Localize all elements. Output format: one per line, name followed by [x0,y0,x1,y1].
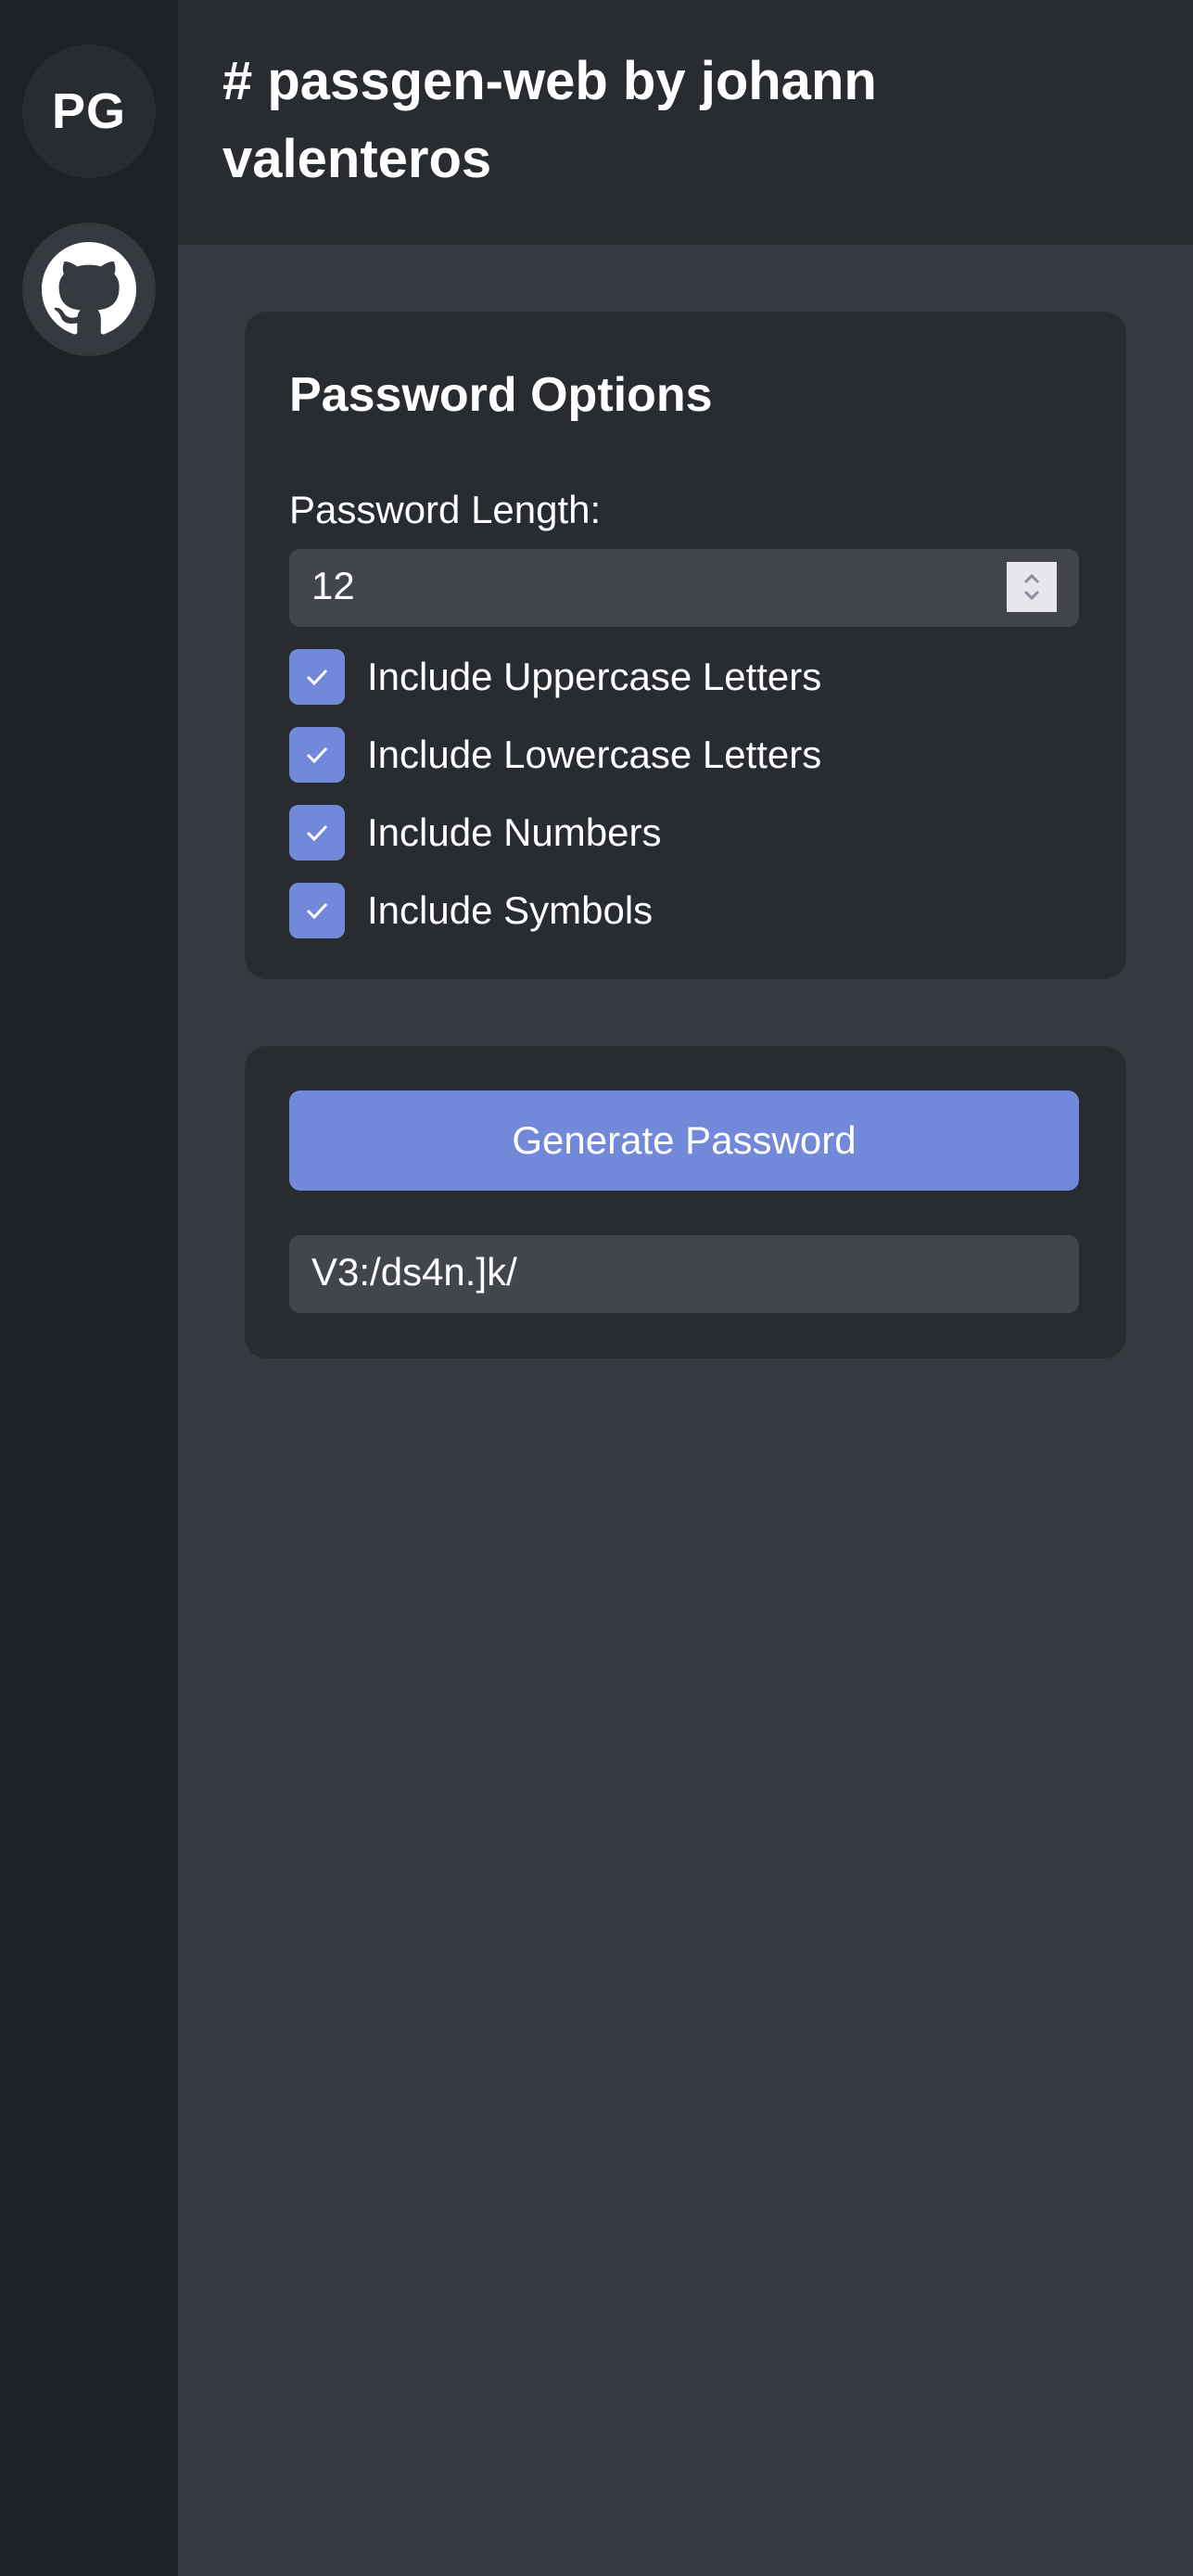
chevron-down-icon[interactable] [1021,587,1043,602]
checkbox-lowercase[interactable]: Include Lowercase Letters [289,727,821,783]
checkbox-label: Include Uppercase Letters [367,655,822,698]
app-logo-button[interactable]: PG [22,45,156,178]
checkbox-label: Include Numbers [367,810,662,854]
options-card-title: Password Options [289,368,713,422]
checkbox[interactable] [289,727,345,783]
checkmark-icon [306,746,328,764]
page-title: # passgen-web by johann valenteros [222,51,877,189]
checkbox-symbols[interactable]: Include Symbols [289,883,653,938]
generated-password-value: V3:/ds4n.]k/ [311,1250,517,1294]
checkbox-uppercase[interactable]: Include Uppercase Letters [289,649,821,705]
password-length-value: 12 [311,564,355,607]
github-link-button[interactable] [22,223,156,356]
checkbox-label: Include Symbols [367,888,654,932]
sidebar: PG [0,0,178,2576]
main-content: Password Options Password Length: 12 Inc… [178,245,1193,2576]
checkmark-icon [306,669,328,686]
password-length-input[interactable]: 12 [289,549,1079,627]
length-stepper[interactable] [1007,562,1057,612]
password-options-card: Password Options Password Length: 12 Inc… [245,312,1126,979]
checkmark-icon [306,902,328,920]
checkbox[interactable] [289,649,345,705]
checkmark-icon [306,824,328,842]
checkbox[interactable] [289,883,345,938]
generate-password-button[interactable]: Generate Password [289,1090,1079,1191]
checkbox[interactable] [289,805,345,861]
checkbox-numbers[interactable]: Include Numbers [289,805,661,861]
github-icon [42,242,136,335]
checkbox-label: Include Lowercase Letters [367,733,822,776]
generated-password-field[interactable]: V3:/ds4n.]k/ [289,1235,1079,1313]
password-length-label: Password Length: [289,488,602,531]
generate-card: Generate Password V3:/ds4n.]k/ [245,1046,1126,1358]
page-header: # passgen-web by johann valenteros [178,0,1193,245]
chevron-up-icon[interactable] [1021,572,1043,587]
app-logo-text: PG [51,83,127,139]
